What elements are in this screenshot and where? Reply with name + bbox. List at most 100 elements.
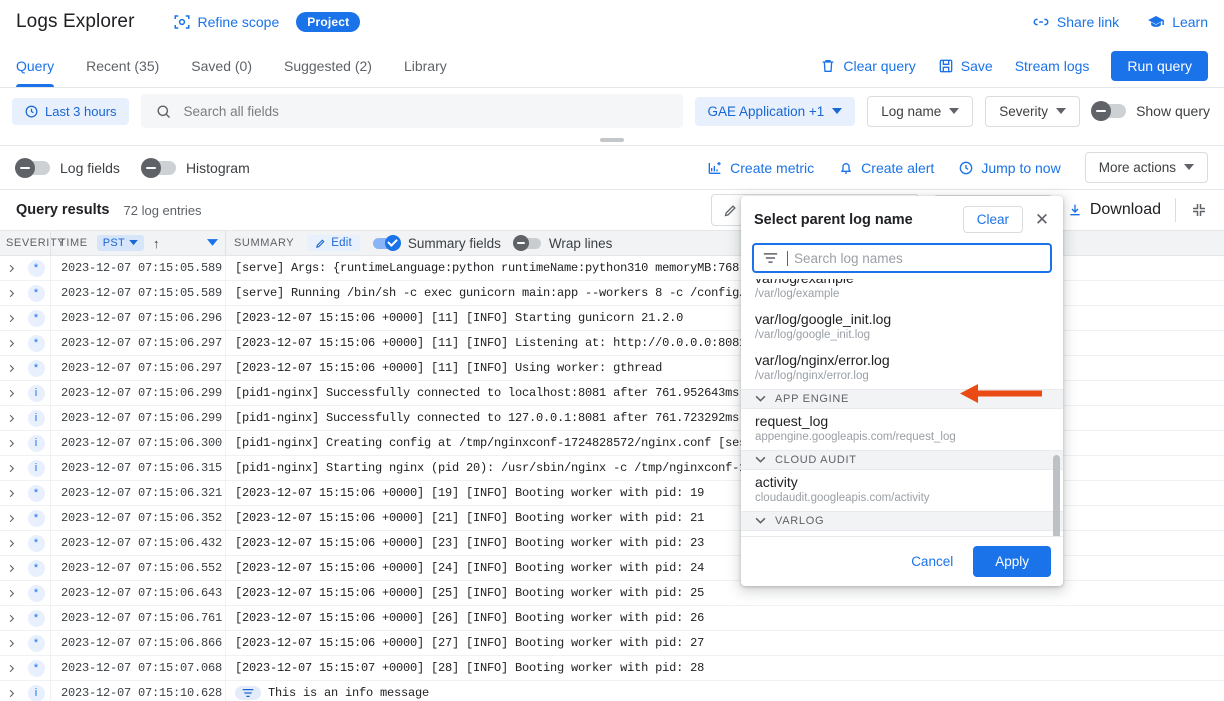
wrap-lines-toggle[interactable] — [512, 235, 541, 251]
log-name-filter-dropdown[interactable]: Log name — [867, 95, 974, 127]
summary-fields-toggle[interactable] — [372, 235, 401, 251]
row-summary: [2023-12-07 15:15:06 +0000] [27] [INFO] … — [225, 631, 1224, 655]
create-alert-button[interactable]: Create alert — [838, 160, 934, 176]
stream-logs-label: Stream logs — [1014, 57, 1090, 74]
refine-scope-button[interactable]: Refine scope Project — [173, 12, 361, 32]
run-query-button[interactable]: Run query — [1111, 50, 1208, 81]
download-icon — [1067, 202, 1083, 218]
close-icon[interactable]: ✕ — [1031, 210, 1053, 230]
edit-summary-fields-button[interactable]: Edit — [307, 235, 360, 251]
tab-saved[interactable]: Saved (0) — [175, 44, 268, 87]
severity-default-icon: * — [27, 334, 45, 352]
severity-filter-label: Severity — [999, 103, 1049, 119]
cancel-button[interactable]: Cancel — [901, 547, 963, 576]
more-actions-button[interactable]: More actions — [1084, 152, 1208, 183]
table-row[interactable]: * 2023-12-07 07:15:07.068 [2023-12-07 15:1… — [0, 656, 1224, 681]
stream-logs-button[interactable]: Stream logs — [1015, 58, 1090, 74]
search-all-fields-box[interactable] — [140, 94, 683, 128]
expand-row-icon[interactable] — [0, 438, 22, 449]
table-row[interactable]: * 2023-12-07 07:15:06.761 [2023-12-07 15:1… — [0, 606, 1224, 631]
save-icon — [938, 58, 954, 74]
tab-query[interactable]: Query — [16, 44, 70, 87]
severity-default-icon: * — [27, 359, 45, 377]
resource-filter-dropdown[interactable]: GAE Application +1 — [694, 96, 856, 126]
tab-library-label: Library — [403, 57, 447, 74]
share-link-button[interactable]: Share link — [1032, 13, 1119, 31]
severity-default-icon: * — [27, 309, 45, 327]
option-group-header[interactable]: CLOUD AUDIT — [741, 450, 1063, 470]
severity-cell: i — [22, 684, 50, 701]
log-name-option-list[interactable]: var/log/example/var/log/examplevar/log/g… — [741, 279, 1063, 536]
expand-row-icon[interactable] — [0, 538, 22, 549]
log-name-option[interactable]: activity cloudaudit.googleapis.com/activi… — [741, 470, 1063, 511]
expand-row-icon[interactable] — [0, 363, 22, 374]
expand-row-icon[interactable] — [0, 688, 22, 699]
apply-button[interactable]: Apply — [973, 546, 1051, 577]
scope-chip[interactable]: Project — [296, 12, 361, 32]
option-group-header[interactable]: VARLOG — [741, 511, 1063, 531]
create-metric-label: Create metric — [730, 159, 815, 176]
log-fields-toggle[interactable] — [15, 157, 50, 178]
create-metric-button[interactable]: Create metric — [707, 160, 814, 176]
log-name-option-title: system — [755, 534, 1049, 536]
expand-row-icon[interactable] — [0, 413, 22, 424]
time-range-selector[interactable]: Last 3 hours — [12, 97, 129, 125]
trash-icon — [820, 58, 836, 74]
expand-row-icon[interactable] — [0, 513, 22, 524]
expand-row-icon[interactable] — [0, 263, 22, 274]
payload-icon — [235, 686, 261, 700]
panel-scrollbar[interactable] — [1053, 455, 1060, 536]
tab-suggested-label: Suggested (2) — [283, 57, 372, 74]
histogram-toggle[interactable] — [140, 157, 176, 178]
tab-library[interactable]: Library — [388, 44, 463, 87]
search-input[interactable] — [183, 103, 669, 119]
row-summary: This is an info message — [225, 681, 1224, 701]
panel-clear-button[interactable]: Clear — [962, 206, 1023, 233]
row-timestamp: 2023-12-07 07:15:06.300 — [50, 431, 225, 455]
options-row: Log fields Histogram Create metric Creat… — [0, 146, 1224, 190]
summary-fields-toggle-group: Summary fields — [372, 235, 501, 251]
show-query-toggle[interactable] — [1091, 101, 1127, 121]
log-name-option[interactable]: request_log appengine.googleapis.com/requ… — [741, 409, 1063, 450]
school-icon — [1147, 13, 1165, 31]
learn-button[interactable]: Learn — [1147, 13, 1208, 31]
clock-icon — [24, 104, 39, 119]
expand-row-icon[interactable] — [0, 588, 22, 599]
expand-row-icon[interactable] — [0, 563, 22, 574]
select-parent-log-name-panel: Select parent log name Clear ✕ var/log/e… — [741, 196, 1063, 586]
save-button[interactable]: Save — [938, 58, 993, 74]
expand-row-icon[interactable] — [0, 388, 22, 399]
tab-suggested[interactable]: Suggested (2) — [268, 44, 388, 87]
expand-row-icon[interactable] — [0, 638, 22, 649]
log-name-option[interactable]: var/log/google_init.log/var/log/google_i… — [741, 307, 1063, 348]
expand-row-icon[interactable] — [0, 313, 22, 324]
expand-row-icon[interactable] — [0, 613, 22, 624]
log-name-search-input[interactable] — [787, 250, 1041, 266]
severity-filter-dropdown[interactable]: Severity — [985, 95, 1081, 127]
jump-to-now-button[interactable]: Jump to now — [958, 160, 1061, 176]
histogram-toggle-group: Histogram — [140, 157, 250, 178]
panel-resize-handle[interactable] — [0, 134, 1224, 146]
log-name-option[interactable]: var/log/example/var/log/example — [741, 279, 1063, 307]
time-column-menu-icon[interactable] — [207, 239, 218, 247]
option-group-header[interactable]: APP ENGINE — [741, 389, 1063, 409]
expand-row-icon[interactable] — [0, 463, 22, 474]
download-button[interactable]: Download — [1067, 201, 1161, 219]
collapse-view-button[interactable] — [1190, 201, 1208, 219]
sort-ascending-icon[interactable]: ↑ — [153, 236, 160, 251]
create-alert-label: Create alert — [861, 159, 935, 176]
expand-row-icon[interactable] — [0, 288, 22, 299]
log-name-search-box[interactable] — [752, 243, 1052, 273]
timezone-selector[interactable]: PST — [96, 235, 144, 251]
expand-row-icon[interactable] — [0, 663, 22, 674]
table-row[interactable]: * 2023-12-07 07:15:06.866 [2023-12-07 15:1… — [0, 631, 1224, 656]
expand-row-icon[interactable] — [0, 488, 22, 499]
tab-recent-label: Recent (35) — [86, 57, 160, 74]
log-name-option[interactable]: var/log/nginx/error.log/var/log/nginx/er… — [741, 348, 1063, 389]
table-row[interactable]: i 2023-12-07 07:15:10.628 This is an info … — [0, 681, 1224, 701]
expand-row-icon[interactable] — [0, 338, 22, 349]
clear-query-button[interactable]: Clear query — [820, 58, 916, 74]
log-name-option[interactable]: systemvarlog/system — [741, 531, 1063, 536]
tab-recent[interactable]: Recent (35) — [70, 44, 175, 87]
row-timestamp: 2023-12-07 07:15:07.068 — [50, 656, 225, 680]
